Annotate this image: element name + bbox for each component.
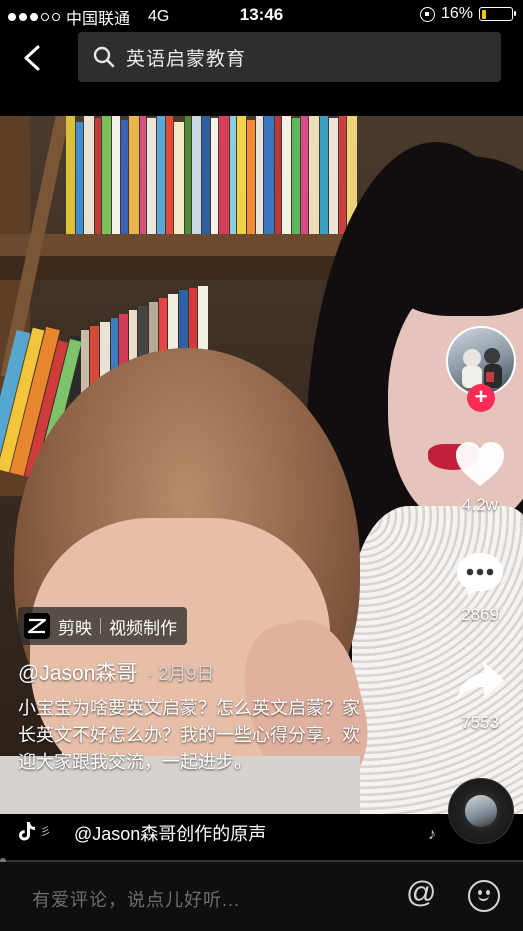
author-line: @Jason森哥 · 2月9日 bbox=[18, 657, 214, 687]
emoji-mouth bbox=[478, 895, 489, 901]
share-button[interactable]: 7553 bbox=[445, 660, 515, 733]
emoji-icon[interactable] bbox=[468, 880, 500, 912]
plus-icon: + bbox=[474, 384, 488, 409]
status-right: 16% bbox=[419, 5, 516, 23]
music-disc[interactable] bbox=[448, 778, 514, 844]
heart-icon bbox=[456, 442, 504, 486]
capcut-logo-icon bbox=[24, 613, 50, 639]
back-button[interactable] bbox=[14, 40, 50, 76]
capcut-app-name: 剪映 bbox=[58, 618, 92, 638]
top-nav: 英语启蒙教育 bbox=[0, 30, 523, 90]
music-bar[interactable]: 彡 @Jason森哥创作的原声 ♪ bbox=[0, 814, 523, 850]
battery-level bbox=[481, 9, 487, 19]
video-description: 小宝宝为啥要英文启蒙？怎么英文启蒙？家长英文不好怎么办？我的一些心得分享，欢迎大… bbox=[18, 698, 360, 772]
rotation-lock-icon bbox=[419, 6, 435, 22]
status-bar: 中国联通 4G 13:46 16% bbox=[0, 0, 523, 30]
books-top-shelf bbox=[66, 116, 358, 234]
battery-icon bbox=[479, 7, 516, 21]
follow-button[interactable]: + bbox=[467, 384, 495, 412]
search-icon bbox=[93, 46, 115, 68]
comment-button[interactable]: 2869 bbox=[445, 550, 515, 625]
share-arrow-icon bbox=[457, 662, 504, 701]
comment-count: 2869 bbox=[461, 605, 499, 624]
capcut-divider bbox=[100, 618, 101, 634]
like-button[interactable]: 4.2w bbox=[445, 440, 515, 515]
music-disc-cover bbox=[465, 795, 497, 827]
share-count: 7553 bbox=[461, 713, 499, 732]
comment-input[interactable]: 有爱评论，说点儿好听... bbox=[32, 886, 240, 912]
search-query: 英语启蒙教育 bbox=[126, 48, 247, 70]
tiktok-note-glyph bbox=[19, 822, 35, 841]
author-name[interactable]: @Jason森哥 bbox=[18, 657, 137, 687]
chevron-left-icon bbox=[24, 45, 40, 71]
capcut-glyph bbox=[27, 618, 47, 634]
like-count: 4.2w bbox=[462, 495, 498, 514]
comment-bubble-icon bbox=[457, 553, 503, 596]
music-title: @Jason森哥创作的原声 bbox=[74, 824, 267, 844]
comment-bar: 有爱评论，说点儿好听... @ bbox=[0, 862, 523, 931]
capcut-tagline: 视频制作 bbox=[109, 618, 177, 638]
mention-at-icon[interactable]: @ bbox=[406, 876, 436, 910]
battery-percent: 16% bbox=[440, 5, 473, 22]
tiktok-logo-text: 彡 bbox=[40, 826, 51, 838]
post-date: · 2月9日 bbox=[147, 664, 215, 684]
music-note-icon: ♪ bbox=[428, 826, 436, 843]
capcut-badge[interactable]: 剪映 视频制作 bbox=[18, 607, 187, 645]
search-input[interactable]: 英语启蒙教育 bbox=[78, 32, 501, 82]
tiktok-logo-icon: 彡 bbox=[16, 820, 51, 842]
bookshelf-board bbox=[0, 234, 380, 256]
